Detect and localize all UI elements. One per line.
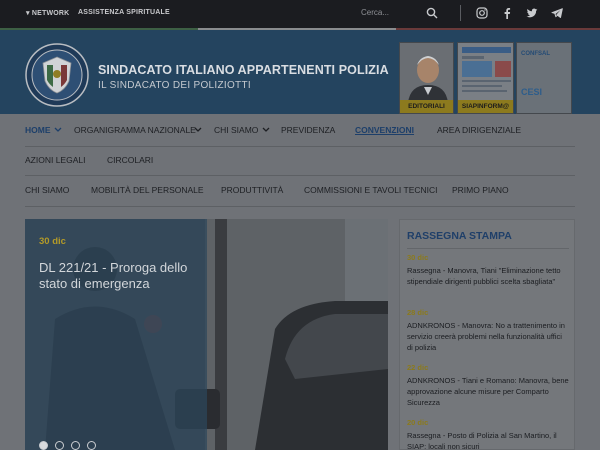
nav-circolari[interactable]: CIRCOLARI: [107, 155, 153, 165]
network-menu[interactable]: ▾ NETWORK: [26, 9, 69, 17]
facebook-icon[interactable]: [501, 7, 513, 19]
press-item[interactable]: 28 dic ADNKRONOS - Manovra: No a tratten…: [407, 308, 569, 353]
cesi-label: CESI: [521, 87, 543, 97]
site-subtitle: IL SINDACATO DEI POLIZIOTTI: [98, 80, 251, 91]
nav-chi-siamo-2[interactable]: CHI SIAMO: [25, 185, 69, 195]
press-title[interactable]: Rassegna - Manovra, Tiani "Eliminazione …: [407, 265, 569, 287]
press-date: 30 dic: [407, 253, 429, 262]
nav-produttivita[interactable]: PRODUTTIVITÀ: [221, 185, 283, 195]
top-bar: ▾ NETWORK ASSISTENZA SPIRITUALE Cerca...: [0, 0, 600, 28]
press-date: 20 dic: [407, 418, 429, 427]
site-title[interactable]: SINDACATO ITALIANO APPARTENENTI POLIZIA: [98, 63, 389, 77]
nav-primo-piano[interactable]: PRIMO PIANO: [452, 185, 509, 195]
editoriali-label: EDITORIALI: [400, 100, 453, 113]
siapinforma-banner[interactable]: SIAPINFORM@: [457, 42, 514, 114]
nav-organigramma[interactable]: ORGANIGRAMMA NAZIONALE: [74, 125, 196, 135]
slide-title[interactable]: DL 221/21 - Proroga dello stato di emerg…: [39, 260, 199, 292]
twitter-icon[interactable]: [526, 7, 538, 19]
siap-logo[interactable]: [25, 43, 89, 107]
nav-divider: [25, 206, 575, 207]
press-item[interactable]: 20 dic Rassegna - Posto di Polizia al Sa…: [407, 418, 569, 449]
nav-mobilita[interactable]: MOBILITÀ DEL PERSONALE: [91, 185, 204, 195]
news-slider[interactable]: 30 dic DL 221/21 - Proroga dello stato d…: [25, 219, 388, 450]
press-date: 28 dic: [407, 308, 429, 317]
nav-chi-siamo[interactable]: CHI SIAMO: [214, 125, 258, 135]
press-title[interactable]: ADNKRONOS - Manovra: No a trattenimento …: [407, 320, 569, 353]
slider-dot-3[interactable]: [71, 441, 80, 450]
nav-area-dirigenziale[interactable]: AREA DIRIGENZIALE: [437, 125, 521, 135]
editorialist-portrait: [400, 43, 453, 103]
nav-convenzioni[interactable]: CONVENZIONI: [355, 125, 414, 135]
editoriali-banner[interactable]: EDITORIALI: [399, 42, 454, 114]
press-item[interactable]: 22 dic ADNKRONOS - Tiani e Romano: Manov…: [407, 363, 569, 408]
siapinforma-label: SIAPINFORM@: [458, 100, 513, 113]
rassegna-stampa-panel: RASSEGNA STAMPA 30 dic Rassegna - Manovr…: [399, 219, 575, 450]
search-icon[interactable]: [426, 7, 438, 19]
assistenza-spirituale-link[interactable]: ASSISTENZA SPIRITUALE: [78, 9, 170, 16]
chevron-down-icon[interactable]: [54, 127, 62, 133]
press-title[interactable]: ADNKRONOS - Tiani e Romano: Manovra, ben…: [407, 375, 569, 408]
nav-previdenza[interactable]: PREVIDENZA: [281, 125, 335, 135]
nav-azioni-legali[interactable]: AZIONI LEGALI: [25, 155, 85, 165]
chevron-down-icon[interactable]: [194, 127, 202, 133]
slider-dot-2[interactable]: [55, 441, 64, 450]
slide-caption-panel: [25, 219, 207, 450]
slider-dot-4[interactable]: [87, 441, 96, 450]
nav-home[interactable]: HOME: [25, 125, 51, 135]
confsal-logo-text: CONFSAL: [521, 51, 550, 57]
slide-date: 30 dic: [39, 236, 66, 247]
cesi-banner[interactable]: CONFSAL CESI: [516, 42, 572, 114]
search-input[interactable]: Cerca...: [361, 8, 389, 17]
instagram-icon[interactable]: [476, 7, 488, 19]
nav-divider: [25, 146, 575, 147]
divider: [407, 248, 569, 249]
divider: [460, 5, 461, 21]
press-item[interactable]: 30 dic Rassegna - Manovra, Tiani "Elimin…: [407, 253, 569, 287]
siapinforma-cover: [458, 43, 513, 103]
nav-divider: [25, 175, 575, 176]
telegram-icon[interactable]: [551, 7, 563, 19]
chevron-down-icon[interactable]: [262, 127, 270, 133]
press-date: 22 dic: [407, 363, 429, 372]
slider-dot-1[interactable]: [39, 441, 48, 450]
press-title[interactable]: Rassegna - Posto di Polizia al San Marti…: [407, 430, 569, 449]
nav-commissioni[interactable]: COMMISSIONI E TAVOLI TECNICI: [304, 185, 438, 195]
rassegna-heading[interactable]: RASSEGNA STAMPA: [407, 230, 512, 242]
